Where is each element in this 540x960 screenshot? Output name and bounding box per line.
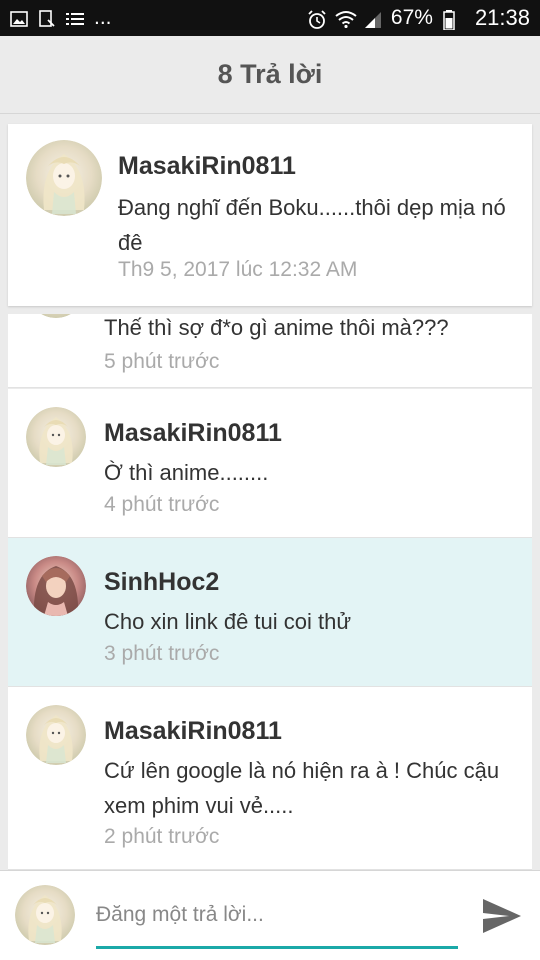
anime-girl-avatar-icon[interactable] — [26, 705, 86, 765]
anime-girl-avatar-icon[interactable] — [26, 314, 86, 318]
signal-icon — [363, 10, 381, 28]
clock: 21:38 — [474, 5, 530, 30]
header: 8 Trả lời — [0, 36, 540, 114]
anime-girl-avatar-icon[interactable] — [26, 407, 86, 467]
post-username[interactable]: MasakiRin0811 — [118, 152, 296, 181]
anime-girl-avatar-icon — [15, 885, 75, 945]
send-icon — [483, 899, 521, 933]
reply-item[interactable]: MasakiRin0811 Ờ thì anime........ 4 phút… — [8, 389, 532, 538]
input-underline — [96, 946, 458, 949]
girl-photo-avatar-icon[interactable] — [26, 556, 86, 616]
reply-text: Ờ thì anime........ — [104, 460, 269, 485]
reply-item[interactable]: SinhHoc2 Cho xin link đê tui coi thử 3 p… — [8, 538, 532, 687]
reply-list[interactable]: Thế thì sợ đ*o gì anime thôi mà??? 5 phú… — [8, 314, 532, 870]
reply-username[interactable]: MasakiRin0811 — [104, 419, 282, 448]
reply-username[interactable]: SinhHoc2 — [104, 568, 219, 597]
page-title: 8 Trả lời — [217, 59, 323, 89]
reply-item[interactable]: Thế thì sợ đ*o gì anime thôi mà??? 5 phú… — [8, 314, 532, 388]
anime-girl-avatar-icon[interactable] — [26, 140, 102, 216]
reply-timestamp: 2 phút trước — [104, 825, 220, 848]
reply-item[interactable]: MasakiRin0811 Cứ lên google là nó hiện r… — [8, 687, 532, 870]
reply-timestamp: 4 phút trước — [104, 493, 220, 516]
list-notification-icon — [66, 10, 84, 26]
reply-text: Thế thì sợ đ*o gì anime thôi mà??? — [104, 315, 449, 340]
reply-text: Cứ lên google là nó hiện ra à ! Chúc cậu… — [104, 758, 500, 818]
compose-bar — [0, 870, 540, 960]
post-text: Đang nghĩ đến Boku......thôi dẹp mịa nó … — [118, 195, 506, 255]
status-bar: ... 67% 21:38 — [0, 0, 540, 36]
battery-percent: 67% — [390, 6, 433, 29]
alarm-icon — [307, 10, 326, 29]
post-timestamp: Th9 5, 2017 lúc 12:32 AM — [118, 258, 358, 281]
reply-username[interactable]: MasakiRin0811 — [104, 717, 282, 746]
reply-input[interactable] — [96, 895, 458, 935]
download-notification-icon — [38, 10, 56, 27]
reply-timestamp: 5 phút trước — [104, 350, 220, 373]
more-notifications: ... — [94, 6, 112, 29]
send-button[interactable] — [476, 895, 528, 937]
battery-icon — [443, 10, 461, 31]
reply-text: Cho xin link đê tui coi thử — [104, 609, 352, 634]
original-post: MasakiRin0811 Đang nghĩ đến Boku......th… — [8, 124, 532, 306]
wifi-icon — [335, 10, 357, 29]
reply-timestamp: 3 phút trước — [104, 642, 220, 665]
image-notification-icon — [10, 10, 28, 27]
